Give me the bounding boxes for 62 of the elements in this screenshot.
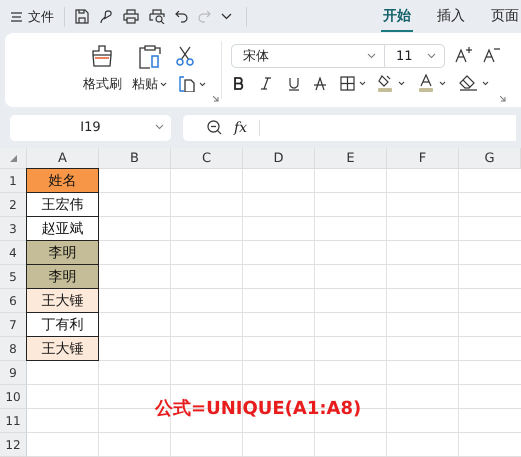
column-header[interactable]: D <box>243 148 315 169</box>
save-icon[interactable] <box>75 9 89 24</box>
column-header[interactable]: G <box>459 148 521 169</box>
table-cell: 王宏伟 <box>26 192 99 217</box>
row-header[interactable]: 6 <box>0 289 27 313</box>
paste-button[interactable]: 粘贴 <box>132 75 167 93</box>
row-header[interactable]: 9 <box>0 361 27 385</box>
column-header[interactable]: E <box>315 148 387 169</box>
eraser-icon[interactable] <box>459 74 491 91</box>
strikethrough-icon[interactable] <box>314 77 326 91</box>
fill-color-icon[interactable] <box>377 74 407 93</box>
italic-icon[interactable] <box>261 77 271 90</box>
print-icon[interactable] <box>123 9 139 24</box>
file-menu[interactable]: 文件 <box>28 8 54 26</box>
dialog-launcher-icon[interactable] <box>500 96 506 102</box>
table-cell: 李明 <box>26 264 99 289</box>
chevron-down-icon[interactable] <box>221 13 232 20</box>
function-button[interactable]: fx <box>234 120 248 136</box>
paste-icon[interactable] <box>139 45 161 69</box>
name-box[interactable]: I19 <box>10 114 171 140</box>
font-size-dropdown[interactable]: 11 <box>385 48 444 64</box>
row-header[interactable]: 5 <box>0 265 27 289</box>
table-cell: 王大锤 <box>26 288 99 313</box>
undo-icon[interactable] <box>175 10 188 23</box>
row-header[interactable]: 10 <box>0 385 27 409</box>
caret-icon[interactable] <box>160 82 167 86</box>
row-header[interactable]: 3 <box>0 217 27 241</box>
ribbon-tab[interactable]: 页面 <box>489 1 521 32</box>
row-header[interactable]: 2 <box>0 193 27 217</box>
row-header[interactable]: 7 <box>0 313 27 337</box>
table-cell: 李明 <box>26 240 99 265</box>
table-cell: 王大锤 <box>26 336 99 361</box>
select-all-icon[interactable] <box>10 154 16 162</box>
font-name-dropdown[interactable]: 宋体 <box>232 45 385 67</box>
column-header[interactable]: F <box>387 148 459 169</box>
format-painter-icon[interactable] <box>91 45 113 67</box>
scissors-icon[interactable] <box>176 46 194 66</box>
row-header[interactable]: 4 <box>0 241 27 265</box>
column-header[interactable]: B <box>99 148 171 169</box>
zoom-out-icon[interactable] <box>207 120 222 135</box>
font-color-icon[interactable] <box>418 74 448 93</box>
column-header[interactable]: A <box>27 148 99 169</box>
row-header[interactable]: 8 <box>0 337 27 361</box>
table-cell: 姓名 <box>26 168 99 193</box>
print-preview-icon[interactable] <box>149 9 165 24</box>
increase-font-icon[interactable] <box>455 46 472 63</box>
row-header[interactable]: 1 <box>0 169 27 193</box>
table-cell: 赵亚斌 <box>26 216 99 241</box>
menu-icon[interactable] <box>11 12 22 22</box>
row-header[interactable]: 12 <box>0 433 27 457</box>
column-header[interactable]: C <box>171 148 243 169</box>
ribbon-tab[interactable]: 插入 <box>435 1 467 32</box>
table-cell: 丁有利 <box>26 312 99 337</box>
underline-icon[interactable] <box>289 77 299 91</box>
decrease-font-icon[interactable] <box>483 46 500 63</box>
copy-icon[interactable] <box>179 76 207 92</box>
dialog-launcher-icon[interactable] <box>213 96 219 102</box>
formula-annotation: 公式=UNIQUE(A1:A8) <box>155 397 362 420</box>
bold-icon[interactable] <box>234 77 244 90</box>
format-painter-button[interactable]: 格式刷 <box>83 75 122 93</box>
borders-icon[interactable] <box>340 76 367 91</box>
row-header[interactable]: 11 <box>0 409 27 433</box>
